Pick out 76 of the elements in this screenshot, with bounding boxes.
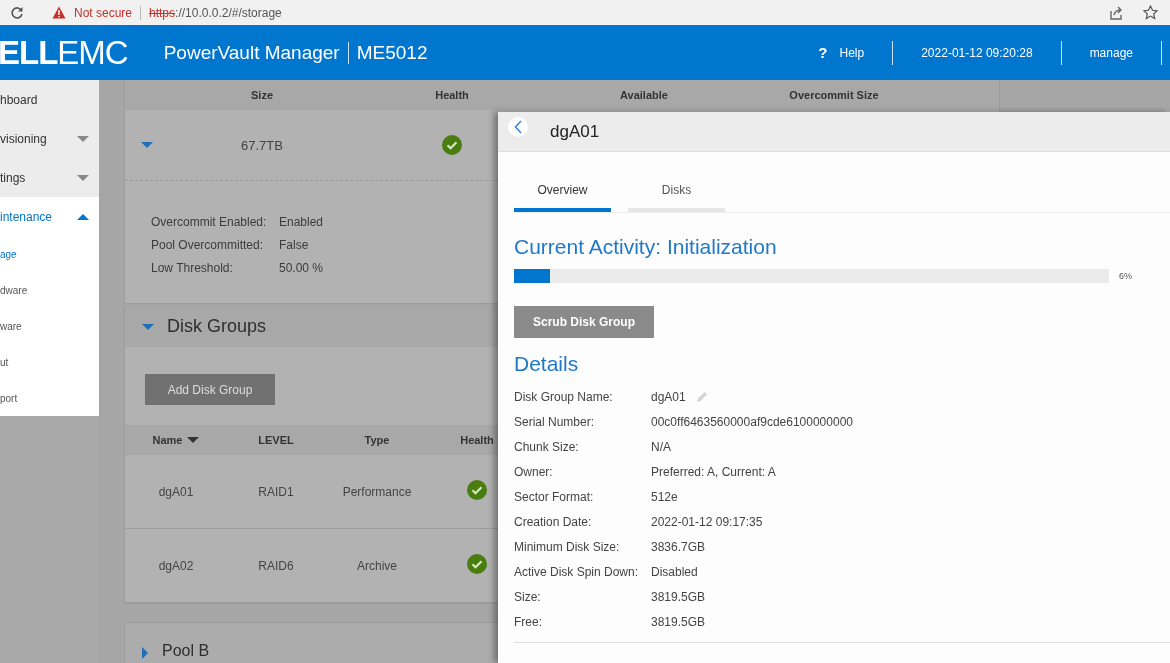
table-cell: dgA01 xyxy=(158,484,194,499)
property-label: Low Threshold: xyxy=(151,261,234,275)
star-icon[interactable] xyxy=(1143,5,1158,20)
detail-label: Active Disk Spin Down: xyxy=(514,563,640,581)
sidebar-item[interactable]: visioning xyxy=(0,119,99,158)
column-header: Available xyxy=(619,89,669,101)
column-header[interactable]: Health xyxy=(460,434,494,446)
detail-value: 512e xyxy=(651,488,679,506)
detail-label: Owner: xyxy=(514,463,554,481)
panel-title: dgA01 xyxy=(550,121,600,142)
expand-caret-icon[interactable] xyxy=(141,142,153,148)
table-cell: Archive xyxy=(357,558,397,573)
expand-caret-icon[interactable] xyxy=(142,323,154,330)
property-value: 50.00 % xyxy=(279,261,325,275)
property-value: False xyxy=(279,238,310,252)
detail-value: 2022-01-12 09:17:35 xyxy=(651,513,764,531)
property-value: Enabled xyxy=(279,215,325,229)
reload-icon[interactable] xyxy=(10,5,24,20)
warning-icon xyxy=(52,6,66,19)
column-header[interactable]: LEVEL xyxy=(258,434,294,446)
property-label: Overcommit Enabled: xyxy=(151,215,268,229)
sidebar-item[interactable]: tings xyxy=(0,158,99,197)
column-header: Overcommit Size xyxy=(788,89,880,101)
detail-value: 00c0ff6463560000af9cde6100000000 xyxy=(651,413,854,431)
table-cell: dgA02 xyxy=(158,558,194,573)
detail-label: Size: xyxy=(514,588,542,606)
chevron-left-icon xyxy=(514,119,522,134)
detail-value: Preferred: A, Current: A xyxy=(651,463,777,481)
table-cell: RAID6 xyxy=(258,558,294,573)
sidebar-item[interactable]: hboard xyxy=(0,80,99,119)
section-title: Disk Groups xyxy=(167,316,267,337)
activity-heading: Current Activity: Initialization xyxy=(514,235,778,259)
detail-value: 3836.7GB xyxy=(651,538,707,556)
progress-percent: 6% xyxy=(1119,271,1132,281)
caret-icon[interactable] xyxy=(77,135,89,142)
expand-caret-icon[interactable] xyxy=(142,647,148,659)
detail-value: Disabled xyxy=(651,563,699,581)
detail-value: 3819.5GB xyxy=(651,613,707,631)
detail-label: Disk Group Name: xyxy=(514,388,614,406)
column-header: Health xyxy=(434,89,470,101)
table-cell: Performance xyxy=(342,484,412,499)
column-header[interactable]: Type xyxy=(364,434,390,446)
address-bar[interactable]: https://10.0.0.2/#/storage xyxy=(149,5,282,20)
column-header[interactable]: Name xyxy=(152,434,183,446)
security-warning: Not secure xyxy=(74,5,133,20)
tab[interactable]: Overview xyxy=(514,172,611,212)
property-label: Pool Overcommitted: xyxy=(151,238,265,252)
add-disk-group-button[interactable]: Add Disk Group xyxy=(145,374,275,405)
help-icon[interactable]: ? xyxy=(818,44,828,61)
table-cell: RAID1 xyxy=(258,484,294,499)
detail-value: dgA01 xyxy=(651,389,686,404)
section-title: Pool B xyxy=(162,642,210,661)
caret-icon[interactable] xyxy=(77,213,89,220)
model-name: ME5012 xyxy=(356,41,428,64)
logo: ELLEMC xyxy=(0,33,128,72)
detail-value: 3819.5GB xyxy=(651,588,707,606)
back-button[interactable] xyxy=(508,116,528,137)
detail-label: Free: xyxy=(514,613,543,631)
help-link[interactable]: Help xyxy=(839,45,865,60)
detail-value: N/A xyxy=(651,438,672,456)
scrub-disk-group-button[interactable]: Scrub Disk Group xyxy=(514,306,654,338)
sort-icon[interactable] xyxy=(187,437,200,443)
detail-label: Serial Number: xyxy=(514,413,596,431)
column-header: Size xyxy=(250,89,274,101)
date-time: 2022-01-12 09:20:28 xyxy=(921,45,1033,60)
detail-label: Chunk Size: xyxy=(514,438,580,456)
product-name: PowerVault Manager xyxy=(163,41,340,64)
share-icon[interactable] xyxy=(1109,5,1123,20)
tab[interactable]: Disks xyxy=(628,172,725,212)
detail-label: Minimum Disk Size: xyxy=(514,538,621,556)
user-menu[interactable]: manage xyxy=(1089,45,1133,60)
detail-label: Creation Date: xyxy=(514,513,593,531)
caret-icon[interactable] xyxy=(77,174,89,181)
table-cell-text: 67.7TB xyxy=(240,137,284,153)
details-heading: Details xyxy=(514,352,580,376)
detail-label: Sector Format: xyxy=(514,488,595,506)
